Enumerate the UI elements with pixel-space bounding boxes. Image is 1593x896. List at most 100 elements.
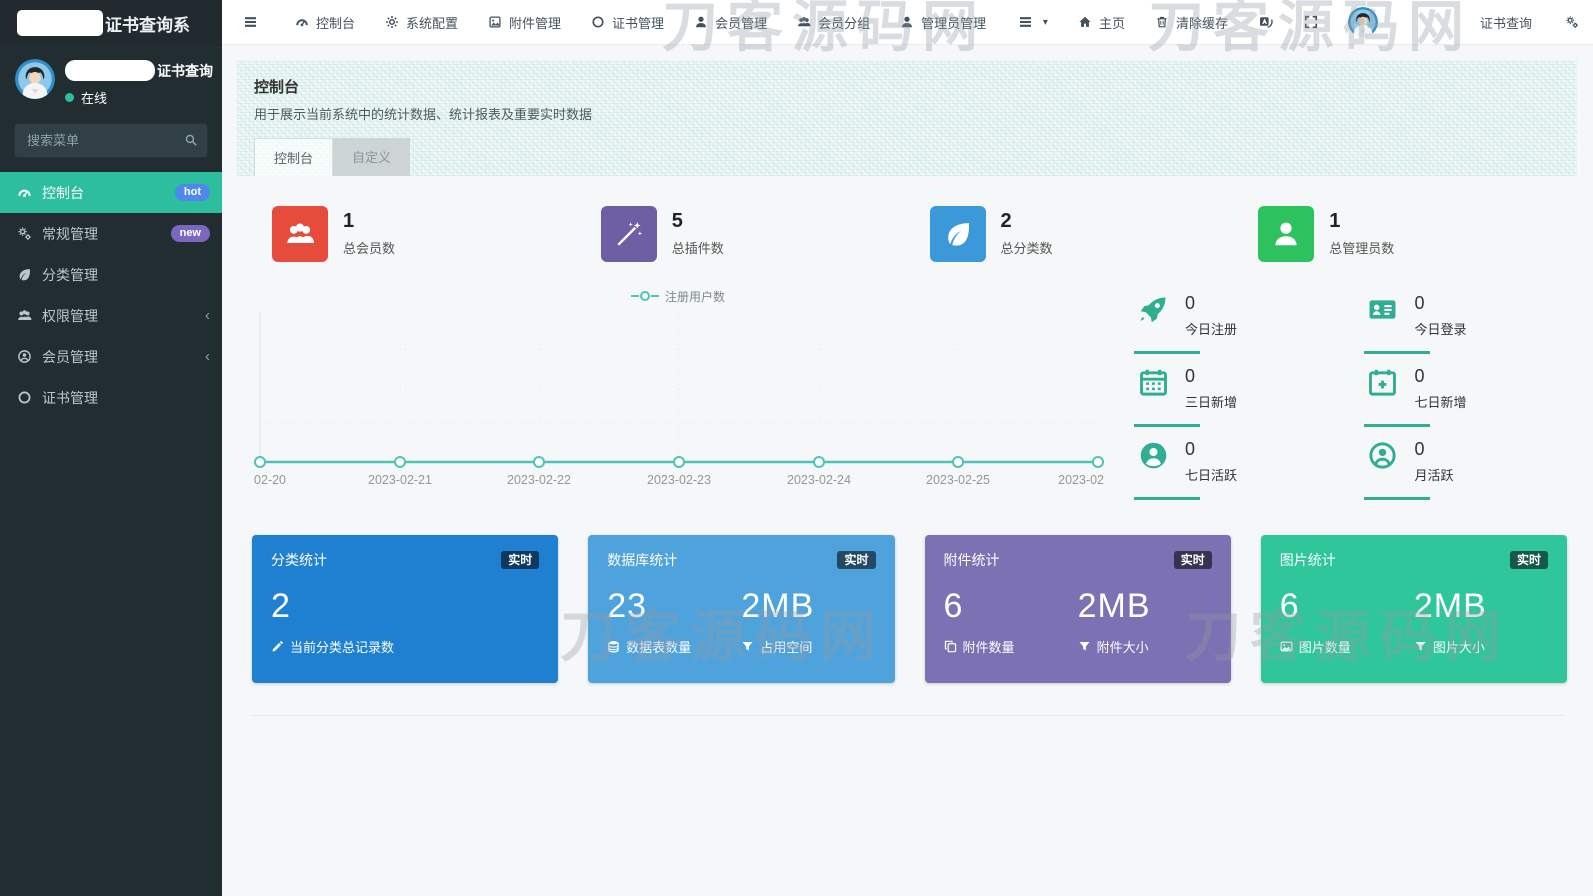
realtime-badge: 实时 xyxy=(1509,551,1548,569)
navbar-avatar[interactable] xyxy=(1333,0,1393,45)
settings-button[interactable] xyxy=(1547,0,1593,45)
summary-cards: 分类统计 实时 2 当前分类总记录数 数据库统计 实时 23 2MB 数据表数量… xyxy=(252,535,1567,683)
chart-legend[interactable]: 注册用户数 xyxy=(252,288,1104,304)
fullscreen-button[interactable] xyxy=(1289,0,1333,45)
hot-badge: hot xyxy=(174,184,210,201)
new-badge: new xyxy=(170,225,210,242)
nav-tab-member-groups[interactable]: 会员分组 xyxy=(782,0,885,45)
realtime-badge: 实时 xyxy=(1173,551,1212,569)
home-button[interactable]: 主页 xyxy=(1063,0,1140,45)
filter-icon xyxy=(741,640,754,653)
caret-down-icon: ▾ xyxy=(1042,16,1048,28)
user-panel: 证书查询 在线 xyxy=(0,46,222,115)
search-icon[interactable] xyxy=(184,133,198,147)
language-button[interactable] xyxy=(1243,0,1289,45)
top-navbar: 控制台 系统配置 附件管理 证书管理 会员管理 会员分组 管理员管理 ▾ 主页 … xyxy=(222,0,1593,45)
filter-icon xyxy=(1414,640,1427,653)
database-icon xyxy=(607,640,620,653)
stat-value: 1 xyxy=(343,210,355,232)
chart-row: 注册用户数 02-20 2023-02-21 2023-02-22 2023-0… xyxy=(252,288,1567,513)
card-metric-label: 当前分类总记录数 xyxy=(271,637,539,656)
app-logo[interactable]: 证书查询系 xyxy=(0,0,222,46)
line-chart[interactable]: 02-20 2023-02-21 2023-02-22 2023-02-23 2… xyxy=(252,304,1104,492)
sidebar: 证书查询系 证书查询 在线 控制台 hot xyxy=(0,0,222,896)
circle-icon xyxy=(17,390,42,405)
id-card-icon xyxy=(1364,294,1402,328)
image-icon xyxy=(1280,640,1293,653)
realtime-badge: 实时 xyxy=(837,551,876,569)
stat-label: 总管理员数 xyxy=(1329,241,1395,256)
svg-text:2023-02-24: 2023-02-24 xyxy=(787,473,851,487)
quick-stat-7day-active: 0 七日活跃 xyxy=(1134,440,1338,500)
nav-tab-admins[interactable]: 管理员管理 xyxy=(885,0,1001,45)
calendar-icon xyxy=(1134,367,1172,401)
cogs-icon xyxy=(17,226,42,241)
menu-search xyxy=(14,123,208,158)
sidebar-toggle-button[interactable] xyxy=(222,0,280,45)
copy-icon xyxy=(944,640,957,653)
leaf-icon xyxy=(929,206,986,262)
quick-stat-3day-new: 0 三日新增 xyxy=(1134,367,1338,427)
user-circle-icon xyxy=(1134,440,1172,474)
calendar-plus-icon xyxy=(1364,367,1402,401)
x-axis-ticks: 02-20 2023-02-21 2023-02-22 2023-02-23 2… xyxy=(254,473,1104,487)
card-metric-label: 附件大小 xyxy=(1078,637,1212,656)
section-divider xyxy=(252,715,1563,716)
nav-tab-system-config[interactable]: 系统配置 xyxy=(370,0,473,45)
registered-users-chart[interactable]: 注册用户数 02-20 2023-02-21 2023-02-22 2023-0… xyxy=(252,288,1104,513)
clear-cache-button[interactable]: 清除缓存 xyxy=(1140,0,1243,45)
rocket-icon xyxy=(1134,294,1172,328)
user-icon xyxy=(1258,206,1315,262)
card-database-stats[interactable]: 数据库统计 实时 23 2MB 数据表数量 占用空间 xyxy=(588,535,895,683)
card-title: 图片统计 xyxy=(1279,552,1336,568)
magic-wand-icon xyxy=(600,206,657,262)
quick-stat-month-active: 0 月活跃 xyxy=(1363,440,1568,500)
svg-text:2023-02-23: 2023-02-23 xyxy=(647,473,711,487)
user-circle-icon xyxy=(17,349,42,364)
navbar-right: ▾ 主页 清除缓存 证书查询 xyxy=(1003,0,1593,45)
page-tabs: 控制台 自定义 xyxy=(254,138,1560,176)
legend-marker-icon xyxy=(630,291,659,301)
tab-list-dropdown-button[interactable]: ▾ xyxy=(1003,0,1063,45)
sidebar-item-dashboard[interactable]: 控制台 hot xyxy=(0,172,222,213)
nav-tab-members[interactable]: 会员管理 xyxy=(679,0,782,45)
sidebar-item-general[interactable]: 常规管理 new xyxy=(0,213,222,254)
dashboard-body: 1 总会员数 5 总插件数 2 总分类数 1 总管理员数 注册用户数 02-20… xyxy=(222,176,1593,716)
page-header: 控制台 用于展示当前系统中的统计数据、统计报表及重要实时数据 控制台 自定义 xyxy=(237,61,1577,176)
card-attachment-stats[interactable]: 附件统计 实时 6 2MB 附件数量 附件大小 xyxy=(924,535,1231,683)
stat-total-admins: 1 总管理员数 xyxy=(1238,206,1567,262)
site-name-link[interactable]: 证书查询 xyxy=(1465,0,1547,45)
pencil-icon xyxy=(271,640,284,653)
chevron-left-icon: ‹ xyxy=(205,307,210,324)
user-avatar[interactable] xyxy=(15,59,55,99)
quick-stats-grid: 0 今日注册 0 今日登录 0 三日新增 0 七日新增 0 七日活跃 0 月活跃 xyxy=(1134,288,1567,513)
card-category-stats[interactable]: 分类统计 实时 2 当前分类总记录数 xyxy=(252,535,559,683)
svg-text:2023-02-25: 2023-02-25 xyxy=(926,473,990,487)
stat-label: 总插件数 xyxy=(671,241,724,256)
stat-label: 总分类数 xyxy=(1000,241,1053,256)
card-metric-label: 图片数量 xyxy=(1280,637,1414,656)
svg-text:2023-02: 2023-02 xyxy=(1058,473,1104,487)
stat-value: 1 xyxy=(1329,210,1341,232)
sidebar-item-certificates[interactable]: 证书管理 xyxy=(0,377,222,418)
stat-total-categories: 2 总分类数 xyxy=(910,206,1239,262)
stat-value: 5 xyxy=(671,210,683,232)
tab-custom[interactable]: 自定义 xyxy=(333,138,411,176)
search-input[interactable] xyxy=(14,123,208,158)
stats-row: 1 总会员数 5 总插件数 2 总分类数 1 总管理员数 xyxy=(252,206,1567,262)
quick-stat-today-login: 0 今日登录 xyxy=(1363,294,1568,354)
nav-tab-certificates[interactable]: 证书管理 xyxy=(576,0,679,45)
sidebar-item-permissions[interactable]: 权限管理 ‹ xyxy=(0,295,222,336)
nav-tab-attachments[interactable]: 附件管理 xyxy=(473,0,576,45)
sidebar-menu: 控制台 hot 常规管理 new 分类管理 权限管理 ‹ 会员管理 ‹ 证书管理 xyxy=(0,172,222,418)
nav-tab-dashboard[interactable]: 控制台 xyxy=(280,0,370,45)
quick-stat-7day-new: 0 七日新增 xyxy=(1363,367,1568,427)
card-metric-label: 数据表数量 xyxy=(607,637,741,656)
filter-icon xyxy=(1078,640,1091,653)
card-image-stats[interactable]: 图片统计 实时 6 2MB 图片数量 图片大小 xyxy=(1260,535,1567,683)
card-value: 2 xyxy=(271,587,291,625)
tab-dashboard[interactable]: 控制台 xyxy=(254,138,334,176)
svg-text:02-20: 02-20 xyxy=(254,473,286,487)
sidebar-item-category[interactable]: 分类管理 xyxy=(0,254,222,295)
sidebar-item-members[interactable]: 会员管理 ‹ xyxy=(0,336,222,377)
